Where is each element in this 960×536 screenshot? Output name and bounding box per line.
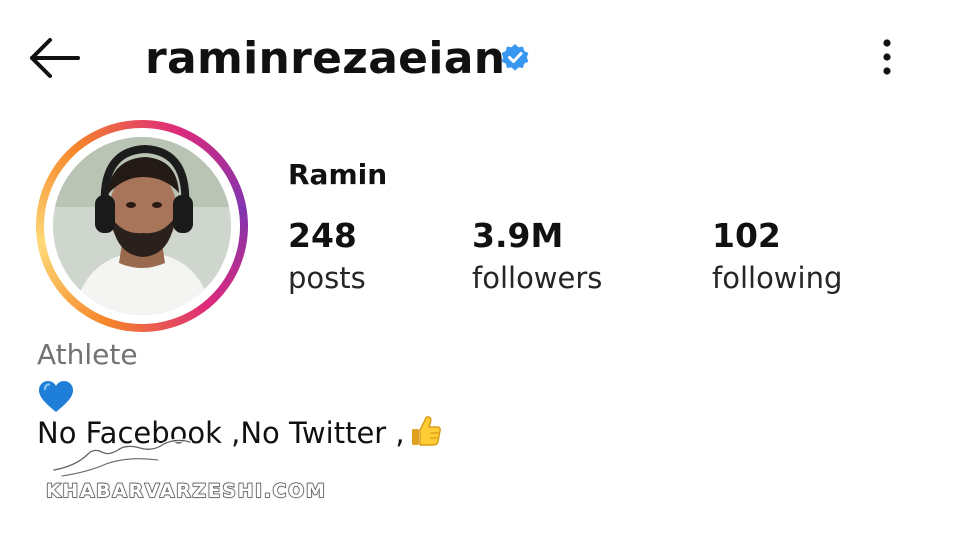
following-label: following <box>712 261 843 295</box>
back-button[interactable] <box>26 36 82 80</box>
verified-badge-icon <box>500 43 530 73</box>
followers-stat[interactable]: 3.9M followers <box>472 216 602 300</box>
avatar-photo <box>53 137 231 315</box>
following-count: 102 <box>712 216 781 255</box>
followers-count: 3.9M <box>472 216 564 255</box>
profile-header: raminrezaeian <box>0 0 960 118</box>
watermark-logo <box>48 436 198 480</box>
posts-label: posts <box>288 261 366 295</box>
posts-count: 248 <box>288 216 357 255</box>
profile-category: Athlete <box>37 338 138 371</box>
profile-display-name: Ramin <box>288 158 388 191</box>
posts-stat[interactable]: 248 posts <box>288 216 366 300</box>
following-stat[interactable]: 102 following <box>712 216 842 300</box>
username-title: raminrezaeian <box>145 33 506 84</box>
thumbs-up-icon <box>409 414 443 448</box>
watermark-text: KHABARVARZESHI.COM <box>45 479 327 502</box>
blue-heart-icon <box>37 379 75 415</box>
followers-label: followers <box>472 261 603 295</box>
more-options-button[interactable] <box>872 36 902 80</box>
arrow-left-icon <box>30 38 80 78</box>
profile-avatar[interactable] <box>36 120 248 332</box>
more-vertical-icon <box>883 39 891 75</box>
